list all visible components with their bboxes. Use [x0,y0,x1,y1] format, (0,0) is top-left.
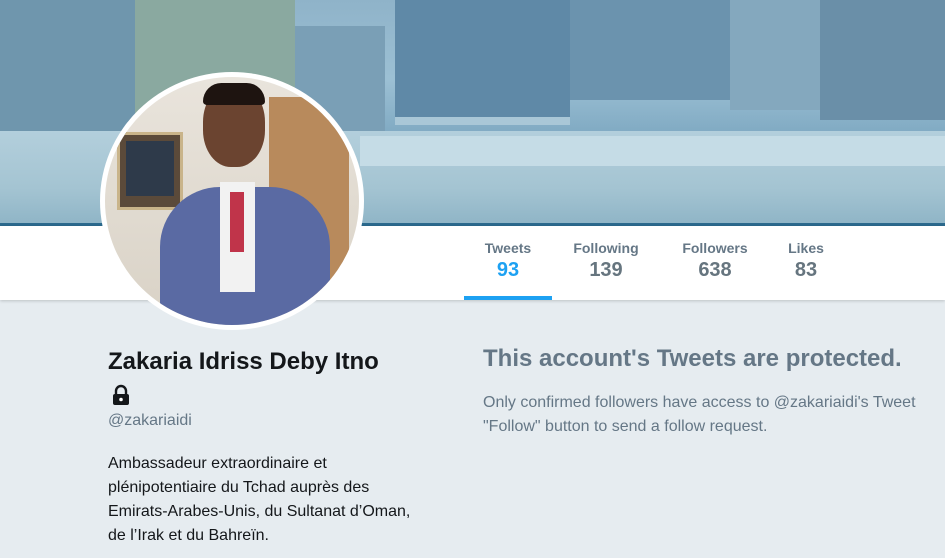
protected-message: Only confirmed followers have access to … [483,391,945,439]
profile-bio: Ambassadeur extraordinaire et plénipoten… [108,455,411,544]
stat-tweets-label: Tweets [484,240,532,256]
stat-tweets[interactable]: Tweets 93 [464,240,552,282]
profile-name[interactable]: Zakaria Idriss Deby Itno [108,348,379,376]
stat-likes-count: 83 [794,259,818,281]
stat-likes-label: Likes [788,240,824,256]
avatar[interactable] [100,72,364,330]
stat-following-label: Following [573,240,639,256]
profile-handle[interactable]: @zakariaidi [108,412,192,430]
avatar-photo [105,77,359,325]
stat-following-count: 139 [589,259,623,281]
protected-title: This account's Tweets are protected. [483,345,902,372]
lock-icon [113,384,129,405]
stat-followers[interactable]: Followers 638 [676,240,754,282]
protected-message-line-2: "Follow" button to send a follow request… [483,418,768,435]
protected-message-line-1: Only confirmed followers have access to … [483,394,916,411]
stat-following[interactable]: Following 139 [566,240,646,282]
stat-tweets-count: 93 [496,259,520,281]
stat-followers-count: 638 [698,259,732,281]
stat-followers-label: Followers [682,240,748,256]
stat-likes[interactable]: Likes 83 [782,240,830,282]
active-tab-indicator [464,296,552,300]
